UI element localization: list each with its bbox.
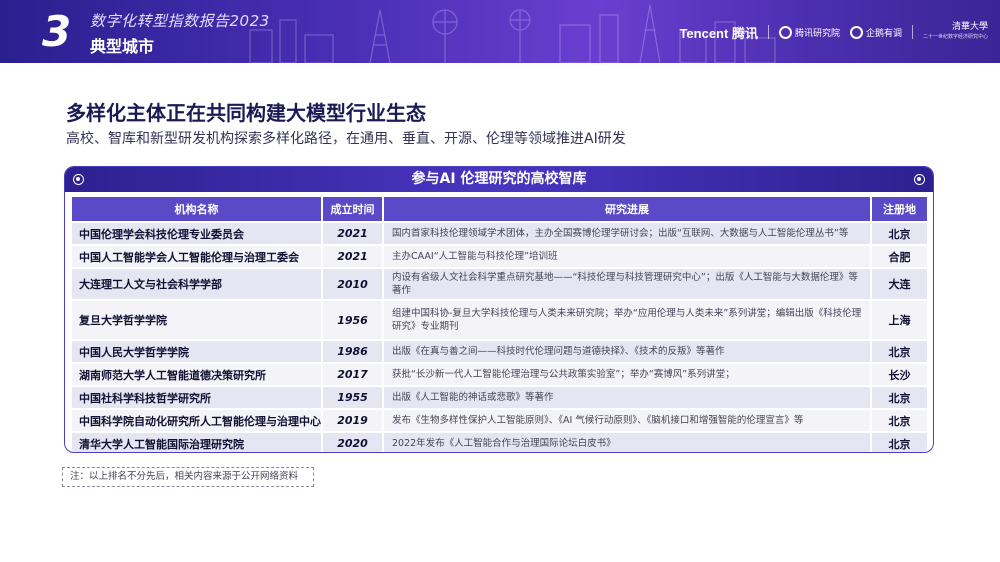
founded-year: 2020 [323, 431, 384, 452]
registered-place: 北京 [872, 431, 927, 452]
table-row: 中国伦理学会科技伦理专业委员会 2021 国内首家科技伦理领域学术团体，主办全国… [72, 221, 927, 244]
founded-year: 1956 [323, 299, 384, 339]
table-row: 中国社科学科技哲学研究所 1955 出版《人工智能的神话或悲歌》等著作 北京 [72, 385, 927, 408]
research-progress: 内设有省级人文社会科学重点研究基地——“科技伦理与科技管理研究中心”；出版《人工… [384, 267, 872, 299]
research-progress: 出版《在真与善之间——科技时代伦理问题与道德抉择》、《技术的反叛》等著作 [384, 339, 872, 362]
report-title: 数字化转型指数报告2023 [90, 12, 270, 30]
founded-year: 2021 [323, 221, 384, 244]
page-title: 多样化主体正在共同构建大模型行业生态 [66, 101, 426, 125]
target-dot-icon [914, 174, 925, 185]
table-row: 复旦大学哲学学院 1956 组建中国科协-复旦大学科技伦理与人类未来研究院；举办… [72, 299, 927, 339]
institution-name: 湖南师范大学人工智能道德决策研究所 [72, 362, 323, 385]
penguin-think-logo: 企鹅有调 [849, 25, 902, 39]
table-row: 中国人民大学哲学学院 1986 出版《在真与善之间——科技时代伦理问题与道德抉择… [72, 339, 927, 362]
card-title: 参与AI 伦理研究的高校智库 [411, 171, 587, 187]
institution-name: 复旦大学哲学学院 [72, 299, 323, 339]
registered-place: 北京 [872, 408, 927, 431]
registered-place: 北京 [872, 221, 927, 244]
column-header-year: 成立时间 [323, 197, 384, 221]
founded-year: 1955 [323, 385, 384, 408]
research-progress: 2022年发布《人工智能合作与治理国际论坛白皮书》 [384, 431, 872, 452]
institution-name: 中国人工智能学会人工智能伦理与治理工委会 [72, 244, 323, 267]
partner-logos: Tencent 腾讯 腾讯研究院 企鹅有调 清華大學 二十一世纪数字经济研究中心 [679, 17, 988, 47]
founded-year: 2017 [323, 362, 384, 385]
founded-year: 2010 [323, 267, 384, 299]
section-title: 典型城市 [90, 37, 155, 56]
tencent-logo: Tencent 腾讯 [679, 25, 758, 41]
table-row: 湖南师范大学人工智能道德决策研究所 2017 获批“长沙新一代人工智能伦理治理与… [72, 362, 927, 385]
source-note: 注：以上排名不分先后，相关内容来源于公开网络资料 [62, 467, 314, 487]
logo-divider [767, 25, 769, 39]
registered-place: 北京 [872, 339, 927, 362]
institution-name: 中国人民大学哲学学院 [72, 339, 323, 362]
research-progress: 组建中国科协-复旦大学科技伦理与人类未来研究院；举办“应用伦理与人类未来”系列讲… [384, 299, 872, 339]
table-row: 中国科学院自动化研究所人工智能伦理与治理中心 2019 发布《生物多样性保护人工… [72, 408, 927, 431]
table-header-row: 机构名称 成立时间 研究进展 注册地 [72, 197, 927, 221]
card-header: 参与AI 伦理研究的高校智库 [65, 167, 933, 192]
founded-year: 2021 [323, 244, 384, 267]
institution-name: 中国伦理学会科技伦理专业委员会 [72, 221, 323, 244]
tencent-research-logo: 腾讯研究院 [778, 25, 840, 39]
research-progress: 发布《生物多样性保护人工智能原则》、《AI 气候行动原则》、《脑机接口和增强智能… [384, 408, 872, 431]
target-dot-icon [73, 174, 84, 185]
column-header-progress: 研究进展 [384, 197, 872, 221]
table-row: 中国人工智能学会人工智能伦理与治理工委会 2021 主办CAAI“人工智能与科技… [72, 244, 927, 267]
table-row: 大连理工人文与社会科学学部 2010 内设有省级人文社会科学重点研究基地——“科… [72, 267, 927, 299]
tsinghua-sub-label: 二十一世纪数字经济研究中心 [922, 34, 988, 40]
column-header-place: 注册地 [872, 197, 927, 221]
founded-year: 2019 [323, 408, 384, 431]
logo-divider [911, 25, 913, 39]
section-number: 3 [42, 7, 72, 56]
tencent-research-mark-icon [778, 25, 792, 39]
institution-name: 清华大学人工智能国际治理研究院 [72, 431, 323, 452]
registered-place: 大连 [872, 267, 927, 299]
tencent-research-label: 腾讯研究院 [794, 28, 840, 39]
registered-place: 合肥 [872, 244, 927, 267]
registered-place: 长沙 [872, 362, 927, 385]
institution-name: 大连理工人文与社会科学学部 [72, 267, 323, 299]
penguin-think-mark-icon [849, 25, 863, 39]
institutions-card: 参与AI 伦理研究的高校智库 机构名称 成立时间 研究进展 注册地 中国伦理学会… [64, 166, 934, 453]
registered-place: 上海 [872, 299, 927, 339]
research-progress: 出版《人工智能的神话或悲歌》等著作 [384, 385, 872, 408]
page-subtitle: 高校、智库和新型研发机构探索多样化路径，在通用、垂直、开源、伦理等领域推进AI研… [66, 131, 626, 147]
institution-name: 中国科学院自动化研究所人工智能伦理与治理中心 [72, 408, 323, 431]
institution-name: 中国社科学科技哲学研究所 [72, 385, 323, 408]
tsinghua-label: 清華大學 [951, 22, 988, 32]
institutions-table: 机构名称 成立时间 研究进展 注册地 中国伦理学会科技伦理专业委员会 2021 … [72, 197, 927, 452]
penguin-think-label: 企鹅有调 [865, 28, 902, 39]
founded-year: 1986 [323, 339, 384, 362]
column-header-name: 机构名称 [72, 197, 323, 221]
registered-place: 北京 [872, 385, 927, 408]
table-row: 清华大学人工智能国际治理研究院 2020 2022年发布《人工智能合作与治理国际… [72, 431, 927, 452]
research-progress: 国内首家科技伦理领域学术团体，主办全国赛博伦理学研讨会；出版“互联网、大数据与人… [384, 221, 872, 244]
research-progress: 获批“长沙新一代人工智能伦理治理与公共政策实验室”；举办“赛博风”系列讲堂； [384, 362, 872, 385]
header-banner: 3 数字化转型指数报告2023 典型城市 Tencent 腾讯 腾讯研究院 企鹅… [0, 0, 1000, 63]
research-progress: 主办CAAI“人工智能与科技伦理”培训班 [384, 244, 872, 267]
tsinghua-logo: 清華大學 二十一世纪数字经济研究中心 [923, 22, 988, 42]
